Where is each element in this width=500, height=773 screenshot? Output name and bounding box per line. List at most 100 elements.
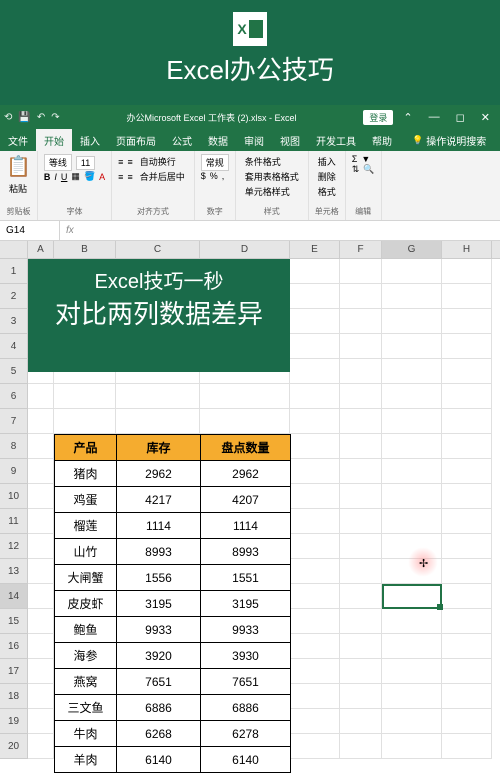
row-header[interactable]: 2 — [0, 284, 28, 309]
cell[interactable] — [442, 459, 492, 484]
cell[interactable] — [28, 434, 54, 459]
number-format-select[interactable]: 常规 — [201, 154, 229, 171]
row-header[interactable]: 3 — [0, 309, 28, 334]
login-button[interactable]: 登录 — [363, 110, 393, 125]
cell[interactable] — [28, 709, 54, 734]
cell[interactable] — [290, 384, 340, 409]
col-header[interactable]: C — [116, 241, 200, 258]
col-header[interactable]: F — [340, 241, 382, 258]
cell[interactable] — [442, 659, 492, 684]
cell[interactable] — [290, 434, 340, 459]
cell[interactable] — [382, 334, 442, 359]
wrap-text-button[interactable]: 自动换行 — [137, 154, 179, 169]
fx-icon[interactable]: fx — [66, 225, 74, 236]
cell[interactable] — [340, 584, 382, 609]
sort-filter-icon[interactable]: ⇅ — [352, 164, 360, 175]
cell[interactable] — [442, 634, 492, 659]
cell[interactable] — [28, 559, 54, 584]
cell[interactable] — [340, 309, 382, 334]
font-name-select[interactable]: 等线 — [44, 154, 72, 171]
cell[interactable] — [382, 734, 442, 759]
cells-area[interactable]: Excel技巧一秒 对比两列数据差异 产品 库存 盘点数量 猪肉 2962 29… — [28, 259, 500, 759]
cell[interactable] — [382, 609, 442, 634]
cell[interactable] — [28, 734, 54, 759]
cell[interactable] — [290, 634, 340, 659]
col-header[interactable]: A — [28, 241, 54, 258]
align-mid-icon[interactable]: ≡ — [127, 157, 132, 167]
row-header[interactable]: 12 — [0, 534, 28, 559]
cell[interactable] — [382, 559, 442, 584]
cell[interactable] — [442, 309, 492, 334]
cell[interactable] — [28, 684, 54, 709]
cell[interactable] — [442, 334, 492, 359]
cell[interactable] — [382, 259, 442, 284]
row-header[interactable]: 1 — [0, 259, 28, 284]
row-header[interactable]: 5 — [0, 359, 28, 384]
cell[interactable] — [442, 684, 492, 709]
cell[interactable] — [290, 259, 340, 284]
align-top-icon[interactable]: ≡ — [118, 157, 123, 167]
cell[interactable] — [28, 534, 54, 559]
comma-icon[interactable]: , — [222, 171, 225, 181]
row-header[interactable]: 8 — [0, 434, 28, 459]
redo-icon[interactable]: ↷ — [51, 112, 59, 123]
tab-data[interactable]: 数据 — [200, 129, 236, 151]
cell[interactable] — [442, 484, 492, 509]
cell[interactable] — [382, 659, 442, 684]
cell[interactable] — [442, 434, 492, 459]
cell[interactable] — [116, 384, 200, 409]
row-header[interactable]: 16 — [0, 634, 28, 659]
percent-icon[interactable]: % — [210, 171, 218, 181]
cell[interactable] — [442, 409, 492, 434]
cell[interactable] — [442, 359, 492, 384]
cell[interactable] — [28, 659, 54, 684]
tab-view[interactable]: 视图 — [272, 129, 308, 151]
col-header[interactable]: G — [382, 241, 442, 258]
cell[interactable] — [28, 459, 54, 484]
cell[interactable] — [442, 509, 492, 534]
cell[interactable] — [28, 384, 54, 409]
name-box[interactable]: G14 — [0, 221, 60, 240]
row-header[interactable]: 17 — [0, 659, 28, 684]
cell[interactable] — [290, 609, 340, 634]
align-center-icon[interactable]: ≡ — [127, 172, 132, 182]
cell[interactable] — [290, 534, 340, 559]
tab-home[interactable]: 开始 — [36, 129, 72, 151]
row-header[interactable]: 18 — [0, 684, 28, 709]
cell[interactable] — [382, 359, 442, 384]
cell[interactable] — [382, 384, 442, 409]
format-cells-button[interactable]: 格式 — [315, 184, 339, 199]
cell[interactable] — [28, 484, 54, 509]
cell[interactable] — [340, 609, 382, 634]
col-header[interactable]: E — [290, 241, 340, 258]
row-header[interactable]: 10 — [0, 484, 28, 509]
conditional-format-button[interactable]: 条件格式 — [242, 154, 302, 169]
cell[interactable] — [28, 609, 54, 634]
cell[interactable] — [442, 259, 492, 284]
cell[interactable] — [290, 659, 340, 684]
tab-insert[interactable]: 插入 — [72, 129, 108, 151]
cell[interactable] — [340, 359, 382, 384]
cell[interactable] — [290, 309, 340, 334]
cell[interactable] — [340, 434, 382, 459]
col-header[interactable]: B — [54, 241, 116, 258]
row-header[interactable]: 7 — [0, 409, 28, 434]
cell[interactable] — [382, 284, 442, 309]
tab-layout[interactable]: 页面布局 — [108, 129, 164, 151]
cell[interactable] — [382, 584, 442, 609]
col-header[interactable]: D — [200, 241, 290, 258]
cell[interactable] — [340, 384, 382, 409]
paste-button[interactable]: 粘贴 — [6, 181, 31, 196]
cell[interactable] — [382, 309, 442, 334]
tell-me-search[interactable]: 💡 操作说明搜索 — [404, 129, 494, 151]
cell[interactable] — [340, 409, 382, 434]
underline-button[interactable]: U — [61, 172, 68, 182]
formula-bar[interactable]: fx — [60, 221, 500, 240]
cell[interactable] — [28, 409, 54, 434]
cell[interactable] — [290, 484, 340, 509]
delete-cells-button[interactable]: 删除 — [315, 169, 339, 184]
tab-review[interactable]: 审阅 — [236, 129, 272, 151]
font-color-button[interactable]: A — [99, 172, 105, 182]
cell[interactable] — [442, 709, 492, 734]
cell[interactable] — [290, 509, 340, 534]
